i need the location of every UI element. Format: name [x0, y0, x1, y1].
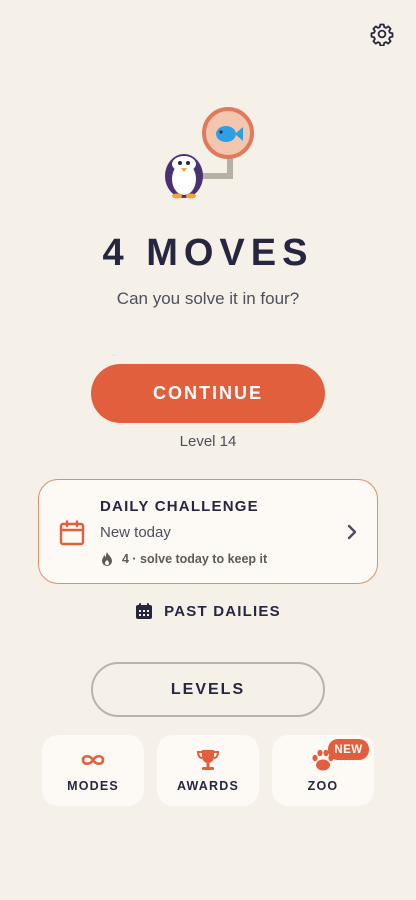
- streak-text: 4 · solve today to keep it: [122, 552, 268, 566]
- chevron-right-icon: [347, 524, 357, 540]
- modes-label: MODES: [67, 779, 119, 793]
- current-level-label: Level 14: [179, 433, 237, 450]
- page-subtitle: Can you solve it in four?: [116, 289, 300, 308]
- calendar-grid-icon: [136, 603, 153, 619]
- infinity-icon: [81, 754, 105, 766]
- new-badge: NEW: [328, 739, 369, 760]
- awards-tile[interactable]: AWARDS: [157, 735, 259, 806]
- flame-icon: [102, 552, 112, 566]
- daily-challenge-subtitle: New today: [100, 524, 171, 541]
- trophy-icon: [196, 750, 220, 770]
- streak-info: 4 · solve today to keep it: [100, 551, 267, 567]
- levels-button[interactable]: LEVELS: [91, 662, 325, 717]
- past-dailies-label: PAST DAILIES: [164, 602, 281, 620]
- modes-tile[interactable]: MODES: [42, 735, 144, 806]
- hero-illustration: [158, 104, 258, 200]
- continue-button[interactable]: CONTINUE: [91, 364, 325, 423]
- calendar-icon: [59, 520, 85, 546]
- fish-icon: [202, 107, 254, 159]
- zoo-label: ZOO: [307, 779, 339, 793]
- past-dailies-link[interactable]: PAST DAILIES: [0, 600, 416, 622]
- awards-label: AWARDS: [176, 779, 240, 793]
- gear-icon: [370, 23, 394, 46]
- page-title: 4 MOVES: [102, 232, 314, 274]
- settings-button[interactable]: [368, 20, 396, 48]
- zoo-tile[interactable]: ZOO NEW: [272, 735, 374, 806]
- daily-challenge-card[interactable]: DAILY CHALLENGE New today 4 · solve toda…: [38, 479, 378, 584]
- daily-challenge-title: DAILY CHALLENGE: [100, 498, 259, 515]
- penguin-icon: [165, 154, 203, 199]
